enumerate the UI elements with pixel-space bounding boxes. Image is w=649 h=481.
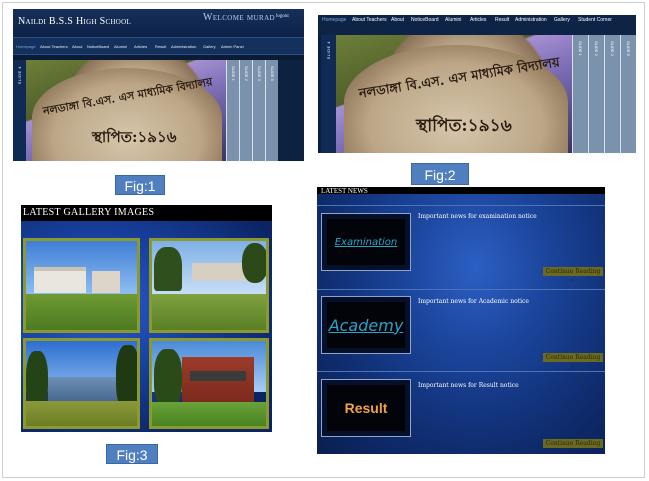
continue-reading-link[interactable]: Continue Reading » (543, 267, 603, 284)
news-title: LATEST NEWS (317, 187, 605, 194)
tree (154, 349, 182, 409)
strip-2[interactable]: SLIDE 2 (239, 60, 252, 161)
news-item-3: Result Important news for Result notice … (317, 371, 605, 454)
slide-tab[interactable]: SLIDE 4 (13, 60, 26, 161)
news-thumb-3[interactable]: Result (321, 379, 411, 437)
slide-strips: SLIDE 1 SLIDE 2 SLIDE 3 SLIDE 5 (572, 35, 636, 153)
building (92, 271, 120, 293)
fig1-screenshot: Naildi B.S.S High School Welcome murad l… (13, 9, 304, 161)
news-item-2: Academy Important news for Academic noti… (317, 289, 605, 373)
nav-articles[interactable]: Articles (134, 44, 147, 49)
nav-homepage[interactable]: Homepage (16, 44, 36, 49)
fig1-header: Naildi B.S.S High School Welcome murad l… (13, 9, 304, 37)
nav-noticeboard[interactable]: NoticeBoard (87, 44, 109, 49)
nav-student-corner[interactable]: Student Corner (578, 17, 612, 23)
nav-homepage[interactable]: Homepage (322, 17, 346, 23)
gate-established: স্থাপিত:১৯১৬ (92, 128, 177, 146)
nav-administration[interactable]: Administration (515, 17, 547, 23)
caption-fig2: Fig:2 (411, 163, 469, 185)
latest-news-panel: LATEST NEWS Examination Important news f… (317, 187, 605, 454)
strip-1[interactable]: SLIDE 1 (572, 35, 588, 153)
caption-fig1: Fig:1 (115, 175, 165, 195)
tree (154, 247, 182, 291)
welcome-text: Welcome murad (203, 12, 275, 23)
nav-alumini[interactable]: Alumini (114, 44, 127, 49)
gallery-photo-1[interactable] (23, 238, 140, 333)
strip-5[interactable]: SLIDE 5 (265, 60, 278, 161)
gate-established: স্থাপিত:১৯১৬ (416, 116, 512, 136)
nav-articles[interactable]: Articles (470, 17, 486, 23)
news-item-1: Examination Important news for examinati… (317, 205, 605, 289)
nav-result[interactable]: Result (155, 44, 166, 49)
logout-link[interactable]: logout (276, 14, 289, 19)
gallery-title: LATEST GALLERY IMAGES (21, 205, 272, 221)
fig2-screenshot: Homepage About Teachers About NoticeBoar… (318, 15, 636, 153)
caption-fig3: Fig:3 (106, 444, 158, 464)
gallery-photo-3[interactable] (23, 338, 140, 429)
nav-about-teachers[interactable]: About Teachers (352, 17, 387, 23)
news-headline[interactable]: Important news for Academic notice (418, 298, 529, 305)
continue-reading-link[interactable]: Continue Reading » (543, 439, 603, 454)
nav-result[interactable]: Result (495, 17, 509, 23)
school-gate-image: নলডাঙ্গা বি.এস. এস মাধ্যমিক বিদ্যালয় স্… (26, 60, 226, 161)
tree (242, 243, 266, 283)
slide-tab-label: SLIDE 4 (17, 66, 22, 85)
nav-noticeboard[interactable]: NoticeBoard (411, 17, 439, 23)
window-band (190, 371, 246, 381)
gallery-photo-4[interactable] (149, 338, 269, 429)
nav-gallery[interactable]: Gallery (554, 17, 570, 23)
continue-reading-link[interactable]: Continue Reading » (543, 353, 603, 370)
slide-tab[interactable]: SLIDE 4 (321, 35, 336, 153)
strip-2[interactable]: SLIDE 2 (588, 35, 604, 153)
slide-tab-label: SLIDE 4 (326, 41, 331, 60)
news-thumb-label: Result (344, 400, 388, 416)
news-headline[interactable]: Important news for examination notice (418, 213, 537, 220)
news-thumb-1[interactable]: Examination (321, 213, 411, 271)
nav-administration[interactable]: Administration (171, 44, 196, 49)
school-name: Naildi B.S.S High School (18, 16, 132, 27)
news-headline[interactable]: Important news for Result notice (418, 382, 519, 389)
nav-about[interactable]: About (391, 17, 404, 23)
strip-3[interactable]: SLIDE 3 (604, 35, 620, 153)
news-thumb-2[interactable]: Academy (321, 296, 411, 354)
strip-1[interactable]: SLIDE 1 (226, 60, 239, 161)
fig1-navbar: Homepage About Teachers About NoticeBoar… (13, 37, 304, 55)
fig2-navbar: Homepage About Teachers About NoticeBoar… (318, 15, 636, 35)
document-frame: Naildi B.S.S High School Welcome murad l… (2, 2, 645, 478)
fig3-gallery: LATEST GALLERY IMAGES (21, 205, 272, 432)
nav-alumini[interactable]: Alumini (445, 17, 461, 23)
strip-3[interactable]: SLIDE 3 (252, 60, 265, 161)
strip-5[interactable]: SLIDE 5 (620, 35, 636, 153)
building (34, 267, 86, 293)
nav-about-teachers[interactable]: About Teachers (40, 44, 68, 49)
slide-strips: SLIDE 1 SLIDE 2 SLIDE 3 SLIDE 5 (226, 60, 278, 161)
school-gate-image: নলডাঙ্গা বি.এস. এস মাধ্যমিক বিদ্যালয় স্… (336, 35, 572, 153)
nav-about[interactable]: About (72, 44, 82, 49)
news-thumb-label: Academy (328, 315, 404, 335)
gallery-grid (21, 221, 272, 432)
nav-admin-panel[interactable]: Admin Panel (221, 44, 244, 49)
nav-gallery[interactable]: Gallery (203, 44, 216, 49)
gallery-photo-2[interactable] (149, 238, 269, 333)
news-thumb-label: Examination (334, 236, 398, 248)
